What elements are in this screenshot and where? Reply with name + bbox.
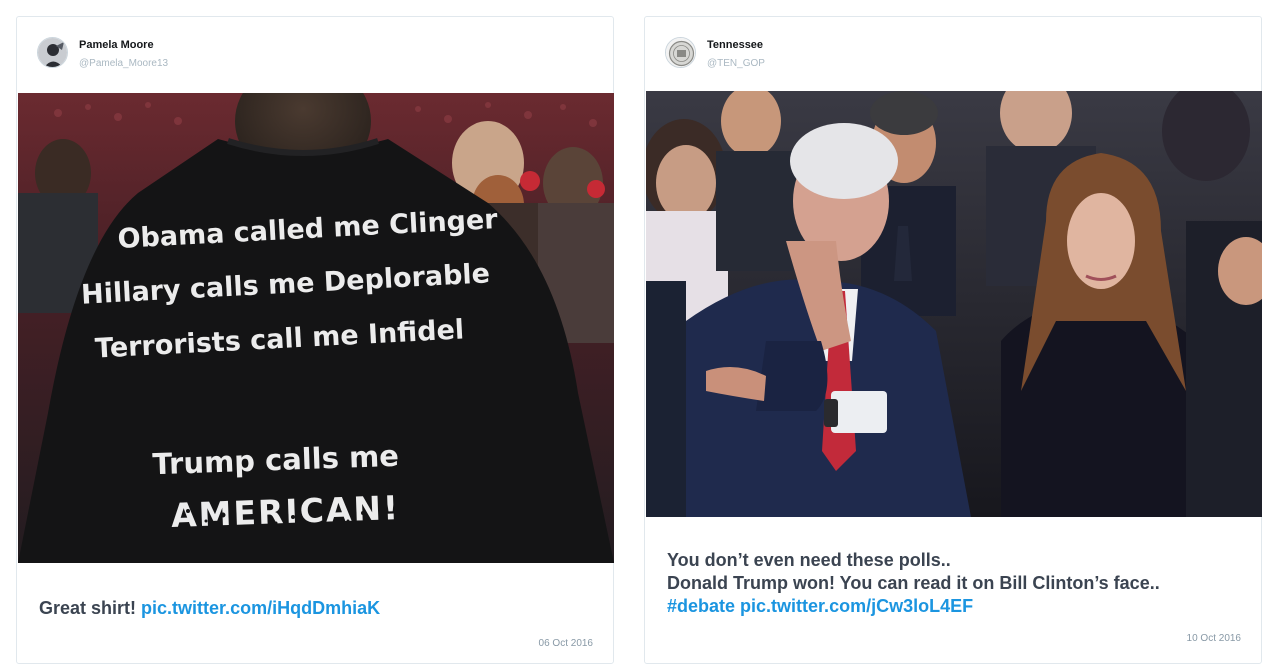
- tweet-date[interactable]: 06 Oct 2016: [539, 638, 593, 649]
- author-name[interactable]: Tennessee: [707, 39, 763, 51]
- shirt-text-line-5: AMERICAN!: [170, 488, 400, 535]
- tweet-body: Great shirt!: [39, 598, 137, 618]
- tweet-link[interactable]: pic.twitter.com/iHqdDmhiaK: [141, 598, 380, 618]
- hashtag-link[interactable]: #debate: [667, 596, 735, 616]
- tweet-text: You don’t even need these polls.. Donald…: [667, 549, 1257, 618]
- tweet-card[interactable]: Tennessee @TEN_GOP You don’t even need t…: [644, 16, 1262, 664]
- tweet-link[interactable]: pic.twitter.com/jCw3loL4EF: [740, 596, 973, 616]
- tweet-body-line-2: Donald Trump won! You can read it on Bil…: [667, 573, 1160, 593]
- tweet-photo[interactable]: [646, 91, 1262, 517]
- tweet-header: Pamela Moore @Pamela_Moore13: [17, 17, 613, 91]
- tweet-body-line-1: You don’t even need these polls..: [667, 550, 951, 570]
- author-handle[interactable]: @TEN_GOP: [707, 58, 765, 69]
- tweet-date[interactable]: 10 Oct 2016: [1187, 633, 1241, 644]
- tweet-photo[interactable]: Obama called me Clinger Hillary calls me…: [18, 93, 614, 563]
- author-name[interactable]: Pamela Moore: [79, 39, 154, 51]
- tweet-text: Great shirt! pic.twitter.com/iHqdDmhiaK: [39, 597, 380, 620]
- author-handle[interactable]: @Pamela_Moore13: [79, 58, 168, 69]
- tweet-card[interactable]: Pamela Moore @Pamela_Moore13 Obama calle…: [16, 16, 614, 664]
- avatar[interactable]: [665, 37, 696, 68]
- avatar[interactable]: [37, 37, 68, 68]
- tweet-header: Tennessee @TEN_GOP: [645, 17, 1261, 91]
